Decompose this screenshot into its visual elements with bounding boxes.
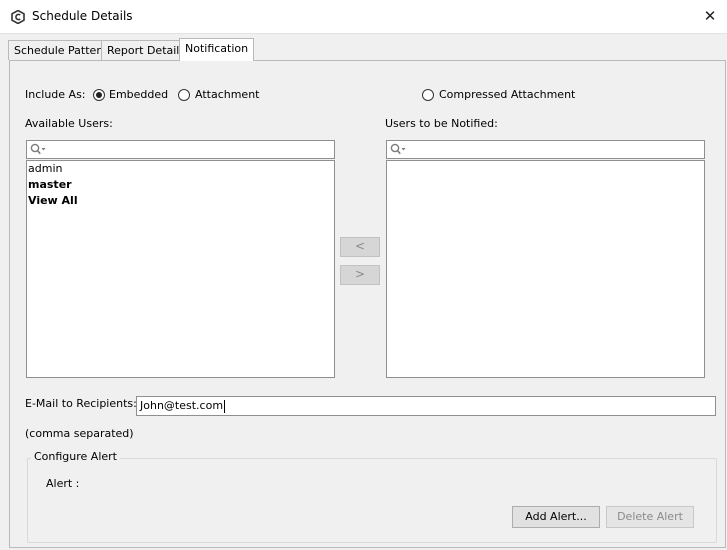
list-item[interactable]: View All (27, 193, 334, 209)
available-users-search-input[interactable] (26, 140, 335, 159)
attachment-label[interactable]: Attachment (195, 88, 260, 101)
search-icon (390, 143, 406, 155)
list-item[interactable]: master (27, 177, 334, 193)
email-recipients-input[interactable]: John@test.com (136, 396, 716, 416)
email-label: E-Mail to Recipients: (25, 397, 137, 410)
tab-notification[interactable]: Notification (179, 38, 255, 61)
text-caret (224, 399, 226, 413)
search-icon (30, 143, 46, 155)
list-item[interactable]: admin (27, 161, 334, 177)
notified-users-list[interactable] (386, 160, 705, 378)
title-bar: Schedule Details ✕ (0, 0, 727, 34)
add-alert-button[interactable]: Add Alert... (512, 506, 600, 528)
notification-panel: Include As: Embedded Attachment Compress… (9, 60, 726, 548)
notified-users-search-input[interactable] (386, 140, 705, 159)
app-logo-icon (11, 10, 25, 24)
radio-selected-dot (96, 92, 102, 98)
available-users-label: Available Users: (25, 117, 113, 130)
delete-alert-button[interactable]: Delete Alert (606, 506, 694, 528)
notified-users-label: Users to be Notified: (385, 117, 498, 130)
tab-schedule-pattern[interactable]: Schedule Pattern (8, 40, 114, 60)
configure-alert-title: Configure Alert (31, 450, 120, 463)
compressed-attachment-label[interactable]: Compressed Attachment (439, 88, 575, 101)
add-user-button[interactable]: > (340, 265, 380, 285)
comma-separated-hint: (comma separated) (25, 427, 134, 440)
attachment-radio[interactable] (178, 89, 190, 101)
window-title: Schedule Details (32, 9, 133, 23)
configure-alert-group (27, 458, 717, 543)
remove-user-button[interactable]: < (340, 237, 380, 257)
tab-report-details[interactable]: Report Details (101, 40, 192, 60)
include-as-label: Include As: (25, 88, 86, 101)
close-icon[interactable]: ✕ (693, 0, 727, 33)
alert-label: Alert : (46, 477, 80, 490)
email-value: John@test.com (140, 399, 224, 412)
embedded-radio[interactable] (93, 89, 105, 101)
compressed-attachment-radio[interactable] (422, 89, 434, 101)
embedded-label[interactable]: Embedded (109, 88, 168, 101)
available-users-list[interactable]: admin master View All (26, 160, 335, 378)
